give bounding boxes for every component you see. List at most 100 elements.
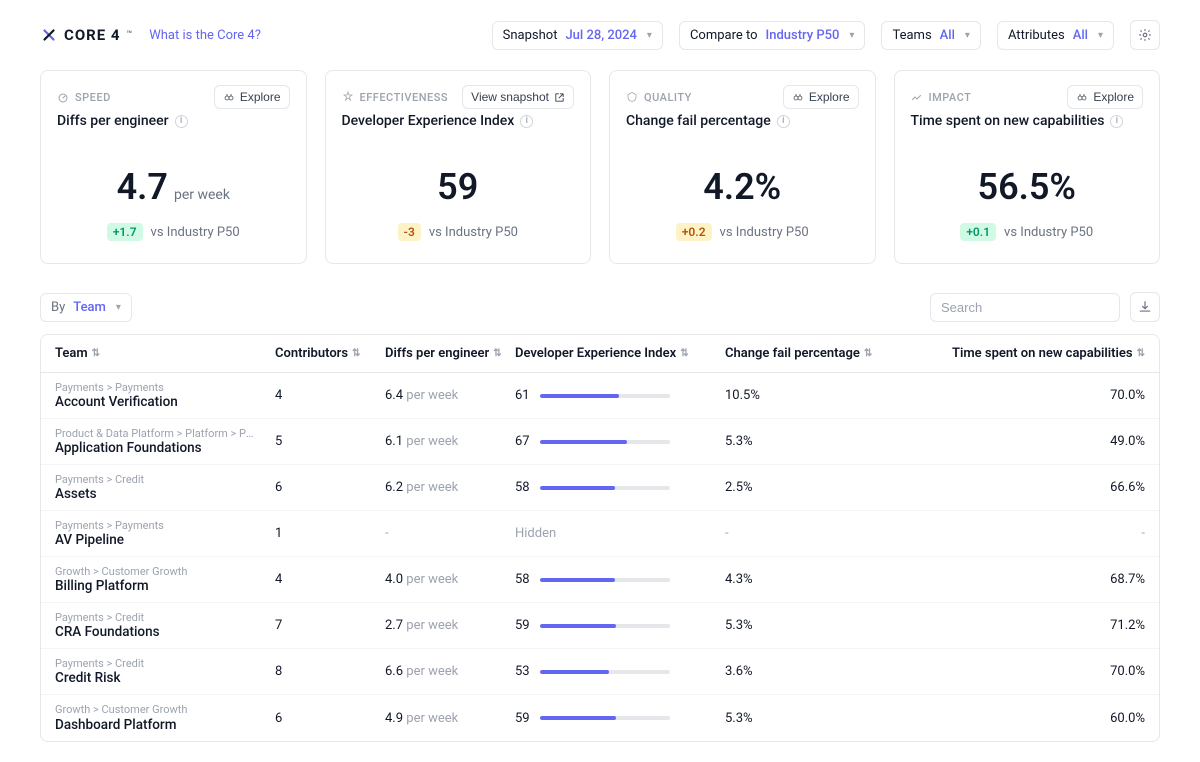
info-icon[interactable]: i: [175, 115, 188, 128]
cfp-cell: 3.6%: [725, 664, 885, 679]
sort-icon: ⇅: [92, 348, 100, 359]
metric-card: IMPACT Explore Time spent on new capabil…: [894, 70, 1161, 264]
metric-name: Diffs per engineer i: [57, 113, 290, 129]
compare-value: Industry P50: [766, 28, 840, 43]
cfp-cell: 2.5%: [725, 480, 885, 495]
snapshot-value: Jul 28, 2024: [565, 28, 636, 43]
category-label: QUALITY: [626, 91, 692, 104]
compare-text: vs Industry P50: [720, 225, 809, 240]
delta-badge: -3: [398, 223, 421, 241]
table-row[interactable]: Payments > Credit Credit Risk 8 6.6 per …: [41, 649, 1159, 695]
group-by-selector[interactable]: By Team ▾: [40, 293, 132, 322]
team-path: Growth > Customer Growth: [55, 565, 255, 578]
sort-icon: ⇅: [864, 348, 872, 359]
team-path: Payments > Payments: [55, 381, 255, 394]
newcap-cell: 68.7%: [885, 572, 1145, 587]
card-action-button[interactable]: Explore: [1067, 85, 1143, 109]
info-icon[interactable]: i: [1110, 115, 1123, 128]
info-icon[interactable]: i: [520, 115, 533, 128]
compare-label: Compare to: [690, 28, 758, 43]
chevron-down-icon: ▾: [965, 30, 970, 41]
cfp-cell: 10.5%: [725, 388, 885, 403]
logo-icon: [40, 26, 58, 44]
newcap-cell: 70.0%: [885, 388, 1145, 403]
attributes-value: All: [1073, 28, 1088, 43]
team-name: CRA Foundations: [55, 624, 275, 640]
search-input[interactable]: [930, 293, 1120, 322]
metric-card: EFFECTIVENESS View snapshot Developer Ex…: [325, 70, 592, 264]
delta-badge: +0.2: [676, 223, 712, 241]
card-action-button[interactable]: Explore: [783, 85, 859, 109]
header: CORE 4 ™ What is the Core 4? Snapshot Ju…: [40, 20, 1160, 50]
dei-cell: 58: [515, 572, 725, 587]
team-cell: Product & Data Platform > Platform > Pro…: [55, 427, 275, 456]
table-row[interactable]: Payments > Payments Account Verification…: [41, 373, 1159, 419]
brand-text: CORE 4: [64, 26, 121, 44]
col-diffs[interactable]: Diffs per engineer ⇅: [385, 346, 515, 361]
col-team[interactable]: Team ⇅: [55, 346, 275, 361]
team-name: Billing Platform: [55, 578, 275, 594]
metric-value: 59: [437, 169, 478, 205]
newcap-cell: 60.0%: [885, 711, 1145, 726]
table-row[interactable]: Growth > Customer Growth Billing Platfor…: [41, 557, 1159, 603]
table-row[interactable]: Payments > Credit Assets 6 6.2 per week …: [41, 465, 1159, 511]
diffs-cell: 6.4 per week: [385, 388, 515, 403]
contributors-cell: 4: [275, 572, 385, 587]
diffs-cell: -: [385, 526, 515, 541]
metric-cards: SPEED Explore Diffs per engineer i 4.7 p…: [40, 70, 1160, 264]
dei-cell: 59: [515, 618, 725, 633]
sort-icon: ⇅: [1137, 348, 1145, 359]
col-cfp[interactable]: Change fail percentage ⇅: [725, 346, 885, 361]
attributes-selector[interactable]: Attributes All ▾: [997, 21, 1114, 50]
what-is-link[interactable]: What is the Core 4?: [149, 28, 261, 43]
chevron-down-icon: ▾: [1098, 30, 1103, 41]
diffs-cell: 4.0 per week: [385, 572, 515, 587]
tm: ™: [127, 30, 134, 40]
metric-card: QUALITY Explore Change fail percentage i…: [609, 70, 876, 264]
dei-cell: Hidden: [515, 526, 725, 541]
teams-selector[interactable]: Teams All ▾: [881, 21, 980, 50]
table-row[interactable]: Payments > Credit CRA Foundations 7 2.7 …: [41, 603, 1159, 649]
cfp-cell: 4.3%: [725, 572, 885, 587]
compare-selector[interactable]: Compare to Industry P50 ▾: [679, 21, 866, 50]
cfp-cell: -: [725, 526, 885, 541]
newcap-cell: 70.0%: [885, 664, 1145, 679]
metric-value: 4.2%: [703, 169, 781, 205]
compare-text: vs Industry P50: [151, 225, 240, 240]
team-cell: Growth > Customer Growth Billing Platfor…: [55, 565, 275, 594]
card-action-button[interactable]: View snapshot: [462, 85, 574, 109]
info-icon[interactable]: i: [777, 115, 790, 128]
dei-cell: 58: [515, 480, 725, 495]
team-cell: Growth > Customer Growth Dashboard Platf…: [55, 703, 275, 732]
table-row[interactable]: Growth > Customer Growth Dashboard Platf…: [41, 695, 1159, 741]
col-newcap[interactable]: Time spent on new capabilities ⇅: [885, 346, 1145, 361]
col-contributors[interactable]: Contributors ⇅: [275, 346, 385, 361]
table-row[interactable]: Payments > Payments AV Pipeline 1 - Hidd…: [41, 511, 1159, 557]
team-cell: Payments > Credit CRA Foundations: [55, 611, 275, 640]
chevron-down-icon: ▾: [116, 302, 121, 313]
contributors-cell: 8: [275, 664, 385, 679]
newcap-cell: 71.2%: [885, 618, 1145, 633]
dei-cell: 59: [515, 711, 725, 726]
table-row[interactable]: Product & Data Platform > Platform > Pro…: [41, 419, 1159, 465]
settings-button[interactable]: [1130, 20, 1160, 50]
team-path: Payments > Payments: [55, 519, 255, 532]
download-icon: [1138, 300, 1152, 314]
team-path: Product & Data Platform > Platform > Pro…: [55, 427, 255, 440]
diffs-cell: 6.2 per week: [385, 480, 515, 495]
sort-icon: ⇅: [493, 348, 501, 359]
newcap-cell: 66.6%: [885, 480, 1145, 495]
metric-value: 4.7 per week: [117, 169, 230, 205]
cfp-cell: 5.3%: [725, 434, 885, 449]
delta-badge: +1.7: [107, 223, 143, 241]
col-dei[interactable]: Developer Experience Index ⇅: [515, 346, 725, 361]
delta-row: +0.2 vs Industry P50: [676, 223, 809, 241]
gear-icon: [1138, 28, 1152, 42]
diffs-cell: 4.9 per week: [385, 711, 515, 726]
snapshot-selector[interactable]: Snapshot Jul 28, 2024 ▾: [492, 21, 663, 50]
category-label: SPEED: [57, 91, 111, 104]
download-button[interactable]: [1130, 292, 1160, 322]
card-action-button[interactable]: Explore: [214, 85, 290, 109]
newcap-cell: -: [885, 526, 1145, 541]
teams-value: All: [940, 28, 955, 43]
